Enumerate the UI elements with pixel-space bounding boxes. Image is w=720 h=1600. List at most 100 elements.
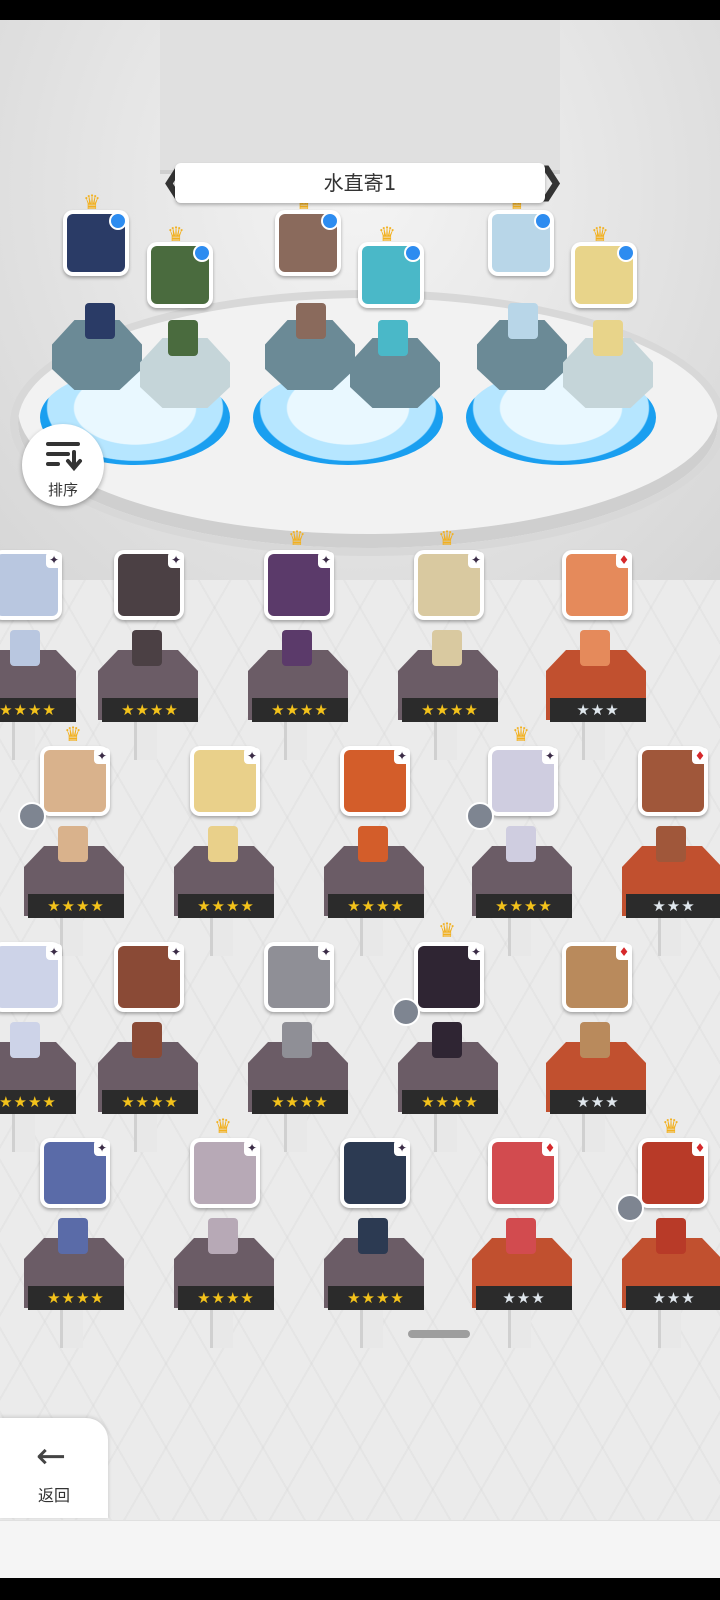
star-rating: ★★★★ <box>252 1090 348 1114</box>
dark-element-icon: ✦ <box>244 748 260 764</box>
arena-gate <box>160 20 560 174</box>
hero-card[interactable]: ★★★★ ✦ <box>0 550 90 760</box>
star-rating: ★★★ <box>626 1286 720 1310</box>
hero-card[interactable]: ★★★★ ✦ ♛ <box>382 920 512 1152</box>
hero-sprite <box>132 630 162 666</box>
shield-icon <box>616 1194 644 1222</box>
drag-handle[interactable] <box>408 1330 470 1338</box>
hero-sprite <box>282 630 312 666</box>
crown-icon: ♛ <box>591 222 609 246</box>
hero-sprite <box>358 1218 388 1254</box>
star-rating: ★★★ <box>476 1286 572 1310</box>
star-rating: ★★★★ <box>0 1090 76 1114</box>
hero-sprite <box>506 1218 536 1254</box>
hero-card[interactable]: ★★★★ ✦ ♛ <box>382 528 512 760</box>
hero-card[interactable]: ★★★★ ✦ ♛ <box>456 724 586 956</box>
star-rating: ★★★★ <box>178 1286 274 1310</box>
star-rating: ★★★★ <box>178 894 274 918</box>
star-rating: ★★★★ <box>28 894 124 918</box>
lineup-portrait[interactable] <box>488 210 554 276</box>
hero-sprite <box>580 1022 610 1058</box>
hero-card[interactable]: ★★★★ ✦ <box>308 1138 438 1348</box>
dark-element-icon: ✦ <box>168 944 184 960</box>
water-element-icon <box>534 212 552 230</box>
hero-sprite <box>58 826 88 862</box>
hero-card[interactable]: ★★★★ ✦ <box>0 942 90 1152</box>
hero-sprite <box>506 826 536 862</box>
dark-element-icon: ✦ <box>244 1140 260 1156</box>
hero-card[interactable]: ★★★ ♦ <box>456 1138 586 1348</box>
back-label: 返回 <box>37 1486 70 1505</box>
team-name[interactable]: 水直寄1 <box>175 163 545 203</box>
lineup-portrait[interactable] <box>571 242 637 308</box>
fire-element-icon: ♦ <box>542 1140 558 1156</box>
hero-card[interactable]: ★★★★ ✦ ♛ <box>158 1116 288 1348</box>
hero-sprite <box>168 320 198 356</box>
team-arena: ♛♛♛♛♛♛ ❮ ❯ 水直寄1 <box>0 20 720 580</box>
hero-card[interactable]: ★★★★ ✦ ♛ <box>232 528 362 760</box>
back-button[interactable]: ← 返回 <box>0 1418 108 1518</box>
crown-icon: ♛ <box>167 222 185 246</box>
water-element-icon <box>109 212 127 230</box>
star-rating: ★★★ <box>550 698 646 722</box>
hero-sprite <box>10 1022 40 1058</box>
hero-card[interactable]: ★★★ ♦ <box>530 942 660 1152</box>
crown-icon: ♛ <box>662 1114 680 1138</box>
arrow-left-icon: ← <box>36 1436 67 1477</box>
dark-element-icon: ✦ <box>468 944 484 960</box>
shield-icon <box>18 802 46 830</box>
hero-card[interactable]: ★★★★ ✦ ♛ <box>8 724 138 956</box>
hero-card[interactable]: ★★★★ ✦ <box>308 746 438 956</box>
sort-button[interactable]: 排序 <box>22 424 104 506</box>
lineup-portrait[interactable] <box>147 242 213 308</box>
hero-card[interactable]: ★★★ ♦ <box>606 746 720 956</box>
water-element-icon <box>193 244 211 262</box>
lineup-portrait[interactable] <box>358 242 424 308</box>
hero-sprite <box>593 320 623 356</box>
hero-sprite <box>10 630 40 666</box>
hero-card[interactable]: ★★★★ ✦ <box>158 746 288 956</box>
star-rating: ★★★★ <box>328 1286 424 1310</box>
star-rating: ★★★ <box>550 1090 646 1114</box>
crown-icon: ♛ <box>83 190 101 214</box>
dark-element-icon: ✦ <box>94 1140 110 1156</box>
hero-sprite <box>378 320 408 356</box>
hero-sprite <box>656 1218 686 1254</box>
game-screen: ♛♛♛♛♛♛ ❮ ❯ 水直寄1 排序 ★★★★✦★★★★✦★★★★✦♛★★★★✦… <box>0 20 720 1578</box>
dark-element-icon: ✦ <box>46 944 62 960</box>
dark-element-icon: ✦ <box>168 552 184 568</box>
hero-sprite <box>208 1218 238 1254</box>
dark-element-icon: ✦ <box>394 748 410 764</box>
crown-icon: ♛ <box>438 918 456 942</box>
star-rating: ★★★★ <box>402 1090 498 1114</box>
hero-card[interactable]: ★★★★ ✦ <box>232 942 362 1152</box>
hero-card[interactable]: ★★★ ♦ <box>530 550 660 760</box>
lineup-portrait[interactable] <box>63 210 129 276</box>
hero-sprite <box>132 1022 162 1058</box>
hero-card[interactable]: ★★★ ♦ ♛ <box>606 1116 720 1348</box>
star-rating: ★★★★ <box>0 698 76 722</box>
hero-card[interactable]: ★★★★ ✦ <box>82 550 212 760</box>
star-rating: ★★★★ <box>252 698 348 722</box>
hero-card[interactable]: ★★★★ ✦ <box>82 942 212 1152</box>
hero-card[interactable]: ★★★★ ✦ <box>8 1138 138 1348</box>
sort-icon <box>46 442 82 472</box>
water-element-icon <box>321 212 339 230</box>
hero-sprite <box>85 303 115 339</box>
fire-element-icon: ♦ <box>692 748 708 764</box>
fire-element-icon: ♦ <box>616 944 632 960</box>
crown-icon: ♛ <box>64 722 82 746</box>
dark-element-icon: ✦ <box>46 552 62 568</box>
dark-element-icon: ✦ <box>94 748 110 764</box>
lineup-portrait[interactable] <box>275 210 341 276</box>
star-rating: ★★★★ <box>102 698 198 722</box>
star-rating: ★★★ <box>626 894 720 918</box>
crown-icon: ♛ <box>214 1114 232 1138</box>
star-rating: ★★★★ <box>328 894 424 918</box>
crown-icon: ♛ <box>512 722 530 746</box>
dark-element-icon: ✦ <box>394 1140 410 1156</box>
crown-icon: ♛ <box>378 222 396 246</box>
hero-sprite <box>508 303 538 339</box>
star-rating: ★★★★ <box>476 894 572 918</box>
dark-element-icon: ✦ <box>468 552 484 568</box>
